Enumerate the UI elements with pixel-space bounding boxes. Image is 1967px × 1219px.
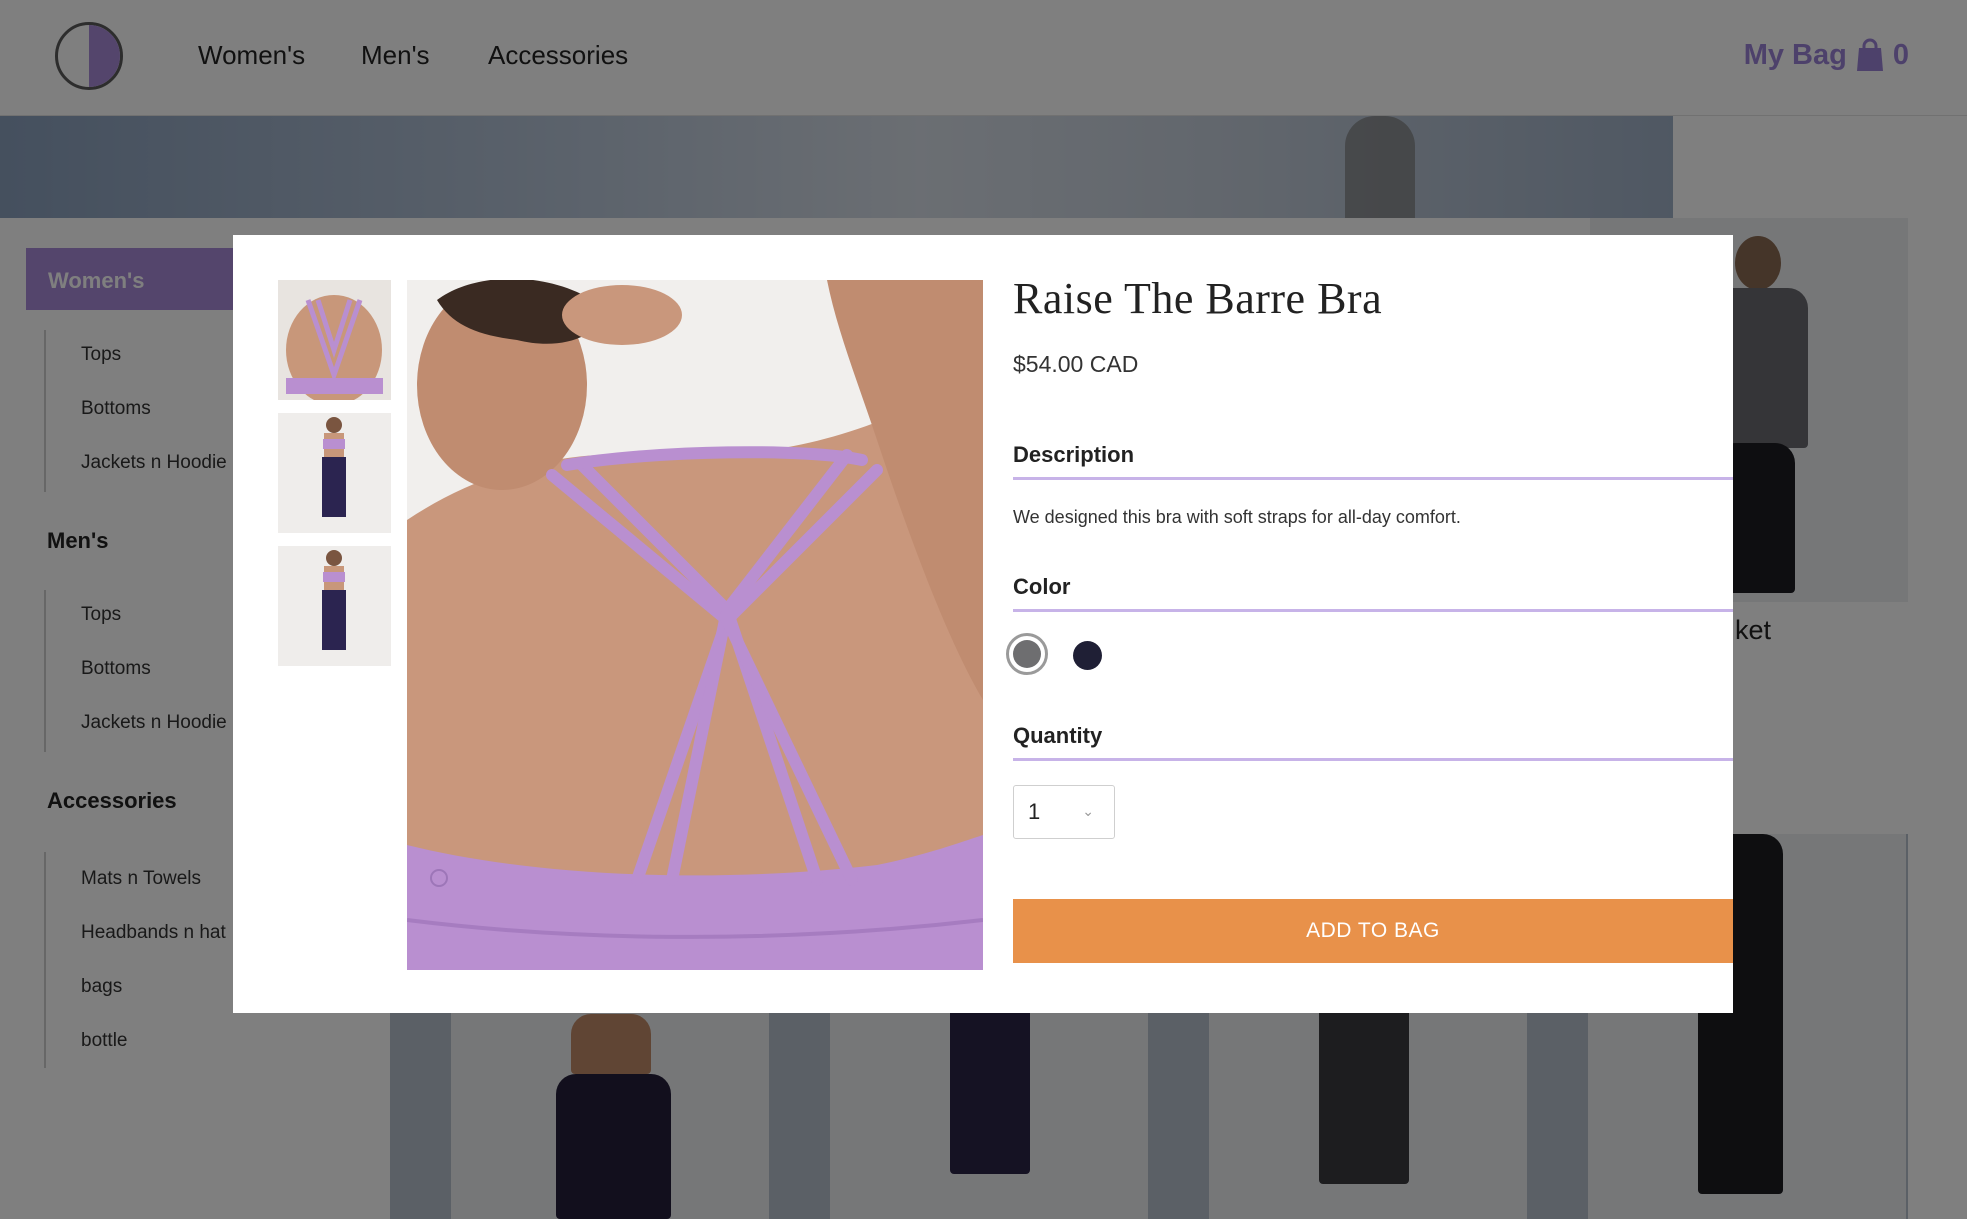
quantity-value: 1 [1028,799,1041,824]
product-price: $54.00 CAD [1013,351,1139,377]
add-to-bag-button[interactable]: ADD TO BAG [1013,899,1733,963]
thumbnail-side-view[interactable] [278,546,391,666]
color-swatch-grey[interactable] [1006,633,1048,675]
color-swatch-navy[interactable] [1073,641,1102,670]
description-heading: Description [1013,442,1135,467]
quantity-divider [1013,758,1733,761]
chevron-down-icon: ⌄ [1082,803,1094,819]
color-heading: Color [1013,574,1071,599]
description-divider [1013,477,1733,480]
quantity-select[interactable]: 1 ⌄ [1013,785,1115,839]
quick-view-modal: Raise The Barre Bra $54.00 CAD Descripti… [233,235,1733,1013]
product-description: We designed this bra with soft straps fo… [1013,507,1461,527]
product-main-image [407,280,983,970]
thumbnail-back-view[interactable] [278,280,391,400]
thumbnail-front-view[interactable] [278,413,391,533]
quantity-heading: Quantity [1013,723,1103,748]
color-divider [1013,609,1733,612]
product-title: Raise The Barre Bra [1013,274,1383,323]
